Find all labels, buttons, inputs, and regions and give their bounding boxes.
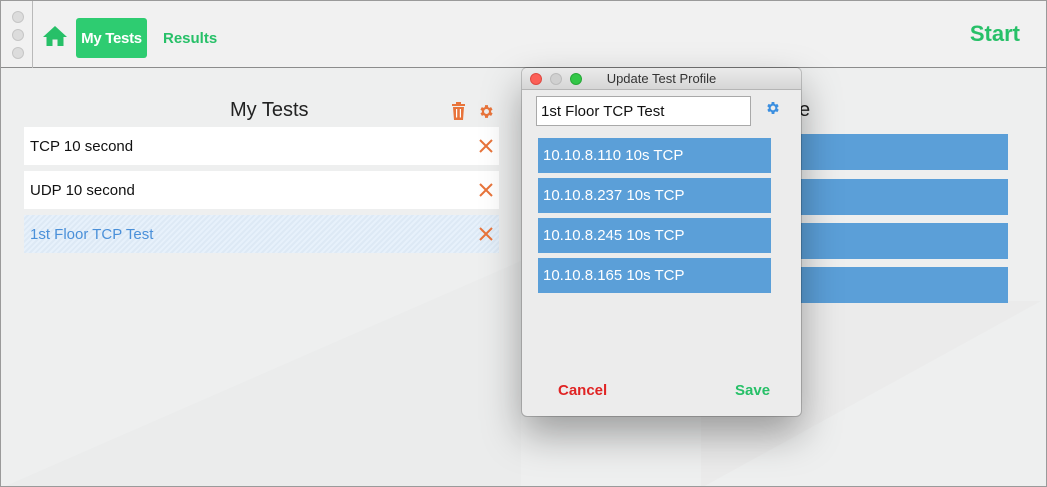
right-list-row[interactable] xyxy=(797,267,1008,303)
test-row[interactable]: TCP 10 second xyxy=(24,127,499,165)
dialog-settings-gear-icon[interactable] xyxy=(765,100,781,116)
right-list-row[interactable] xyxy=(797,223,1008,259)
server-list-item[interactable]: 10.10.8.237 10s TCP xyxy=(538,178,771,213)
test-label: TCP 10 second xyxy=(30,137,134,155)
close-window-button[interactable] xyxy=(12,11,24,23)
zoom-window-button[interactable] xyxy=(12,47,24,59)
toolbar: My Tests Results Start xyxy=(1,1,1046,68)
delete-test-x-icon[interactable] xyxy=(479,227,493,241)
server-list-item[interactable]: 10.10.8.165 10s TCP xyxy=(538,258,771,293)
settings-gear-icon[interactable] xyxy=(478,103,495,120)
test-label: UDP 10 second xyxy=(30,181,135,199)
save-button[interactable]: Save xyxy=(735,382,770,399)
server-list-item[interactable]: 10.10.8.245 10s TCP xyxy=(538,218,771,253)
delete-test-x-icon[interactable] xyxy=(479,139,493,153)
right-list-row[interactable] xyxy=(797,134,1008,170)
window-controls xyxy=(1,1,33,68)
test-label: 1st Floor TCP Test xyxy=(30,225,154,243)
background-decoration xyxy=(1,261,521,486)
right-list-row[interactable] xyxy=(797,179,1008,215)
dialog-titlebar: Update Test Profile xyxy=(522,68,801,90)
my-tests-title: My Tests xyxy=(230,99,309,121)
delete-test-x-icon[interactable] xyxy=(479,183,493,197)
app-window: My Tests Results Start My Tests TCP 10 s… xyxy=(0,0,1047,487)
tab-results[interactable]: Results xyxy=(163,18,217,58)
cancel-button[interactable]: Cancel xyxy=(558,382,607,399)
test-row-selected[interactable]: 1st Floor TCP Test xyxy=(24,215,499,253)
minimize-window-button[interactable] xyxy=(12,29,24,41)
start-button[interactable]: Start xyxy=(970,21,1020,47)
dialog-title: Update Test Profile xyxy=(606,71,717,86)
trash-icon[interactable] xyxy=(451,102,466,120)
test-row[interactable]: UDP 10 second xyxy=(24,171,499,209)
home-icon[interactable] xyxy=(42,24,68,48)
tab-my-tests[interactable]: My Tests xyxy=(76,18,147,58)
update-test-profile-dialog: Update Test Profile 10.10.8.110 10s TCP … xyxy=(522,68,801,416)
server-list-item[interactable]: 10.10.8.110 10s TCP xyxy=(538,138,771,173)
profile-name-input[interactable] xyxy=(536,96,751,126)
